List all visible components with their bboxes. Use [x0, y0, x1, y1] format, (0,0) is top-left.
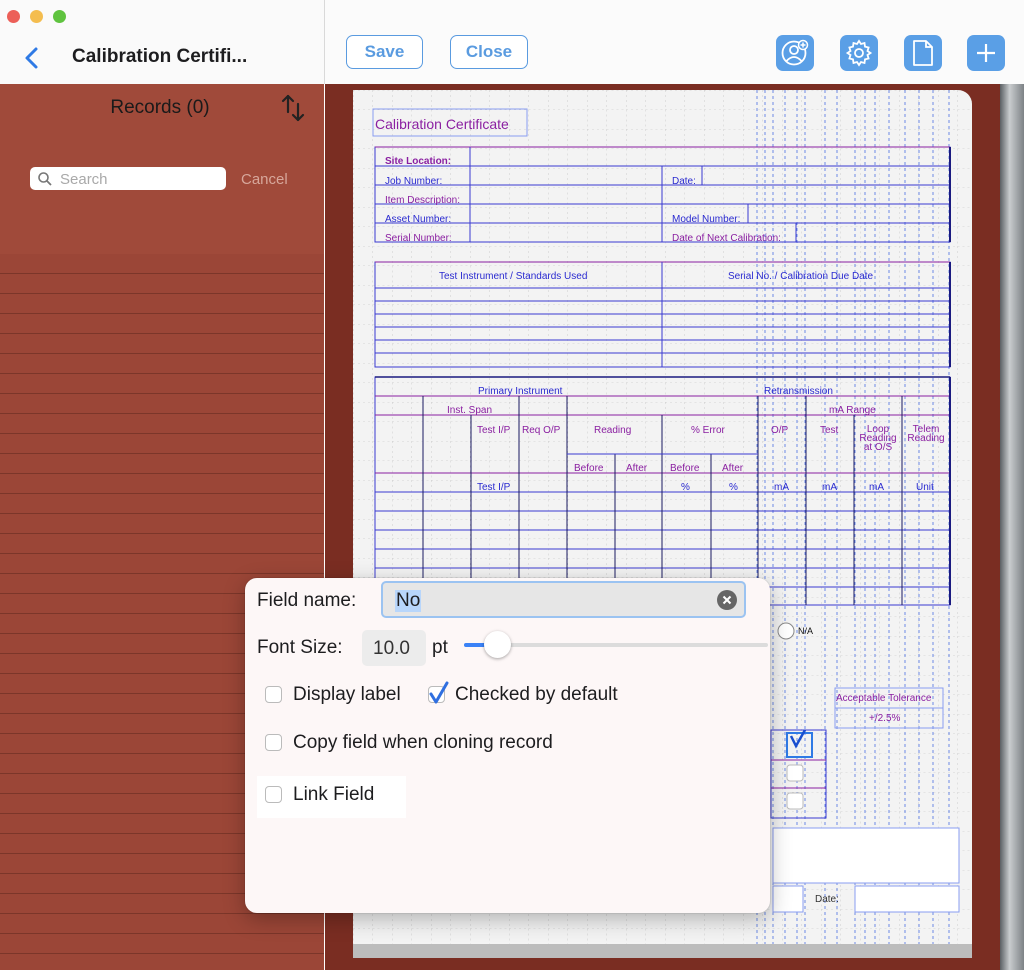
- page-footer-bar: [353, 944, 972, 958]
- cancel-search-button[interactable]: Cancel: [241, 171, 288, 188]
- font-size-label: Font Size:: [257, 637, 343, 658]
- font-size-unit: pt: [432, 637, 448, 658]
- link-field-text: Link Field: [293, 784, 375, 805]
- copy-field-checkbox[interactable]: [265, 734, 282, 751]
- serial-number-label: Serial Number:: [385, 233, 452, 244]
- font-size-value: 10.0: [373, 638, 410, 659]
- sidebar-titlebar: [0, 0, 325, 84]
- add-button[interactable]: [967, 35, 1005, 71]
- document-icon: [913, 40, 933, 66]
- test-ip-header: Test I/P: [477, 425, 511, 436]
- after2-header: After: [722, 463, 744, 474]
- checkmark-icon: [429, 681, 449, 704]
- item-description-label: Item Description:: [385, 195, 461, 206]
- field-name-value: No: [395, 590, 422, 612]
- close-window-button[interactable]: [7, 10, 20, 23]
- model-number-label: Model Number:: [672, 214, 741, 225]
- before-header: Before: [574, 463, 604, 474]
- checked-by-default-text: Checked by default: [455, 684, 618, 705]
- add-user-button[interactable]: [776, 35, 814, 71]
- display-label-text: Display label: [293, 684, 401, 705]
- next-calibration-label: Date of Next Calibration:: [672, 233, 781, 244]
- search-icon: [38, 172, 52, 186]
- document-button[interactable]: [904, 35, 942, 71]
- back-chevron-icon[interactable]: [22, 46, 42, 70]
- clear-field-button[interactable]: [717, 590, 737, 610]
- loop-reading-header: Loop Reading at O/S: [859, 424, 897, 453]
- inst-span-header: Inst. Span: [447, 405, 493, 416]
- job-number-label: Job Number:: [385, 176, 443, 187]
- date-label: Date:: [672, 176, 696, 187]
- add-user-icon: [781, 39, 809, 66]
- close-icon: [722, 595, 732, 605]
- font-size-slider-knob[interactable]: [484, 631, 511, 658]
- after-header: After: [626, 463, 648, 474]
- unit-pct1: %: [681, 482, 690, 493]
- save-button[interactable]: Save: [346, 35, 423, 69]
- reading-header: Reading: [594, 425, 632, 436]
- unit-test-ip: Test I/P: [477, 482, 511, 493]
- records-title: Records (0): [110, 97, 210, 118]
- page-edge: [1000, 84, 1024, 970]
- search-placeholder: Search: [60, 171, 108, 188]
- form-title: Calibration Certificate: [375, 116, 509, 132]
- display-label-checkbox[interactable]: [265, 686, 282, 703]
- field-name-input[interactable]: [381, 581, 746, 618]
- instruments-col2: Serial No. / Calibration Due Date: [728, 271, 874, 282]
- sort-icon[interactable]: [280, 92, 306, 124]
- req-op-header: Req O/P: [522, 425, 561, 436]
- tolerance-value: +/2.5%: [869, 713, 901, 724]
- acceptable-tolerance-label: Acceptable Tolerance: [836, 693, 932, 704]
- settings-button[interactable]: [840, 35, 878, 71]
- na-label: N/A: [798, 626, 814, 636]
- pct-error-header: % Error: [691, 425, 725, 436]
- telem-reading-header: Telem Reading: [907, 424, 945, 444]
- minimize-window-button[interactable]: [30, 10, 43, 23]
- zoom-window-button[interactable]: [53, 10, 66, 23]
- footer-date-label: Date:: [815, 894, 839, 905]
- checked-by-default-checkbox[interactable]: [428, 681, 449, 704]
- primary-instrument-header: Primary Instrument: [478, 386, 563, 397]
- asset-number-label: Asset Number:: [385, 214, 452, 225]
- ma-range-header: mA Range: [829, 405, 876, 416]
- before2-header: Before: [670, 463, 700, 474]
- copy-field-text: Copy field when cloning record: [293, 732, 553, 753]
- unit-unit: Unit: [916, 482, 934, 493]
- site-location-label: Site Location:: [385, 156, 452, 167]
- gear-icon: [845, 39, 873, 67]
- field-name-label: Field name:: [257, 590, 357, 611]
- plus-icon: [977, 44, 995, 62]
- op-header: O/P: [771, 425, 789, 436]
- unit-pct2: %: [729, 482, 738, 493]
- unit-ma2: mA: [822, 482, 837, 493]
- retransmission-header: Retransmission: [764, 386, 833, 397]
- unit-ma1: mA: [774, 482, 789, 493]
- close-button[interactable]: Close: [450, 35, 528, 69]
- test-header: Test: [820, 425, 839, 436]
- instruments-col1: Test Instrument / Standards Used: [439, 271, 588, 282]
- link-field-checkbox[interactable]: [265, 786, 282, 803]
- unit-ma3: mA: [869, 482, 884, 493]
- window-title: Calibration Certifi...: [72, 46, 248, 67]
